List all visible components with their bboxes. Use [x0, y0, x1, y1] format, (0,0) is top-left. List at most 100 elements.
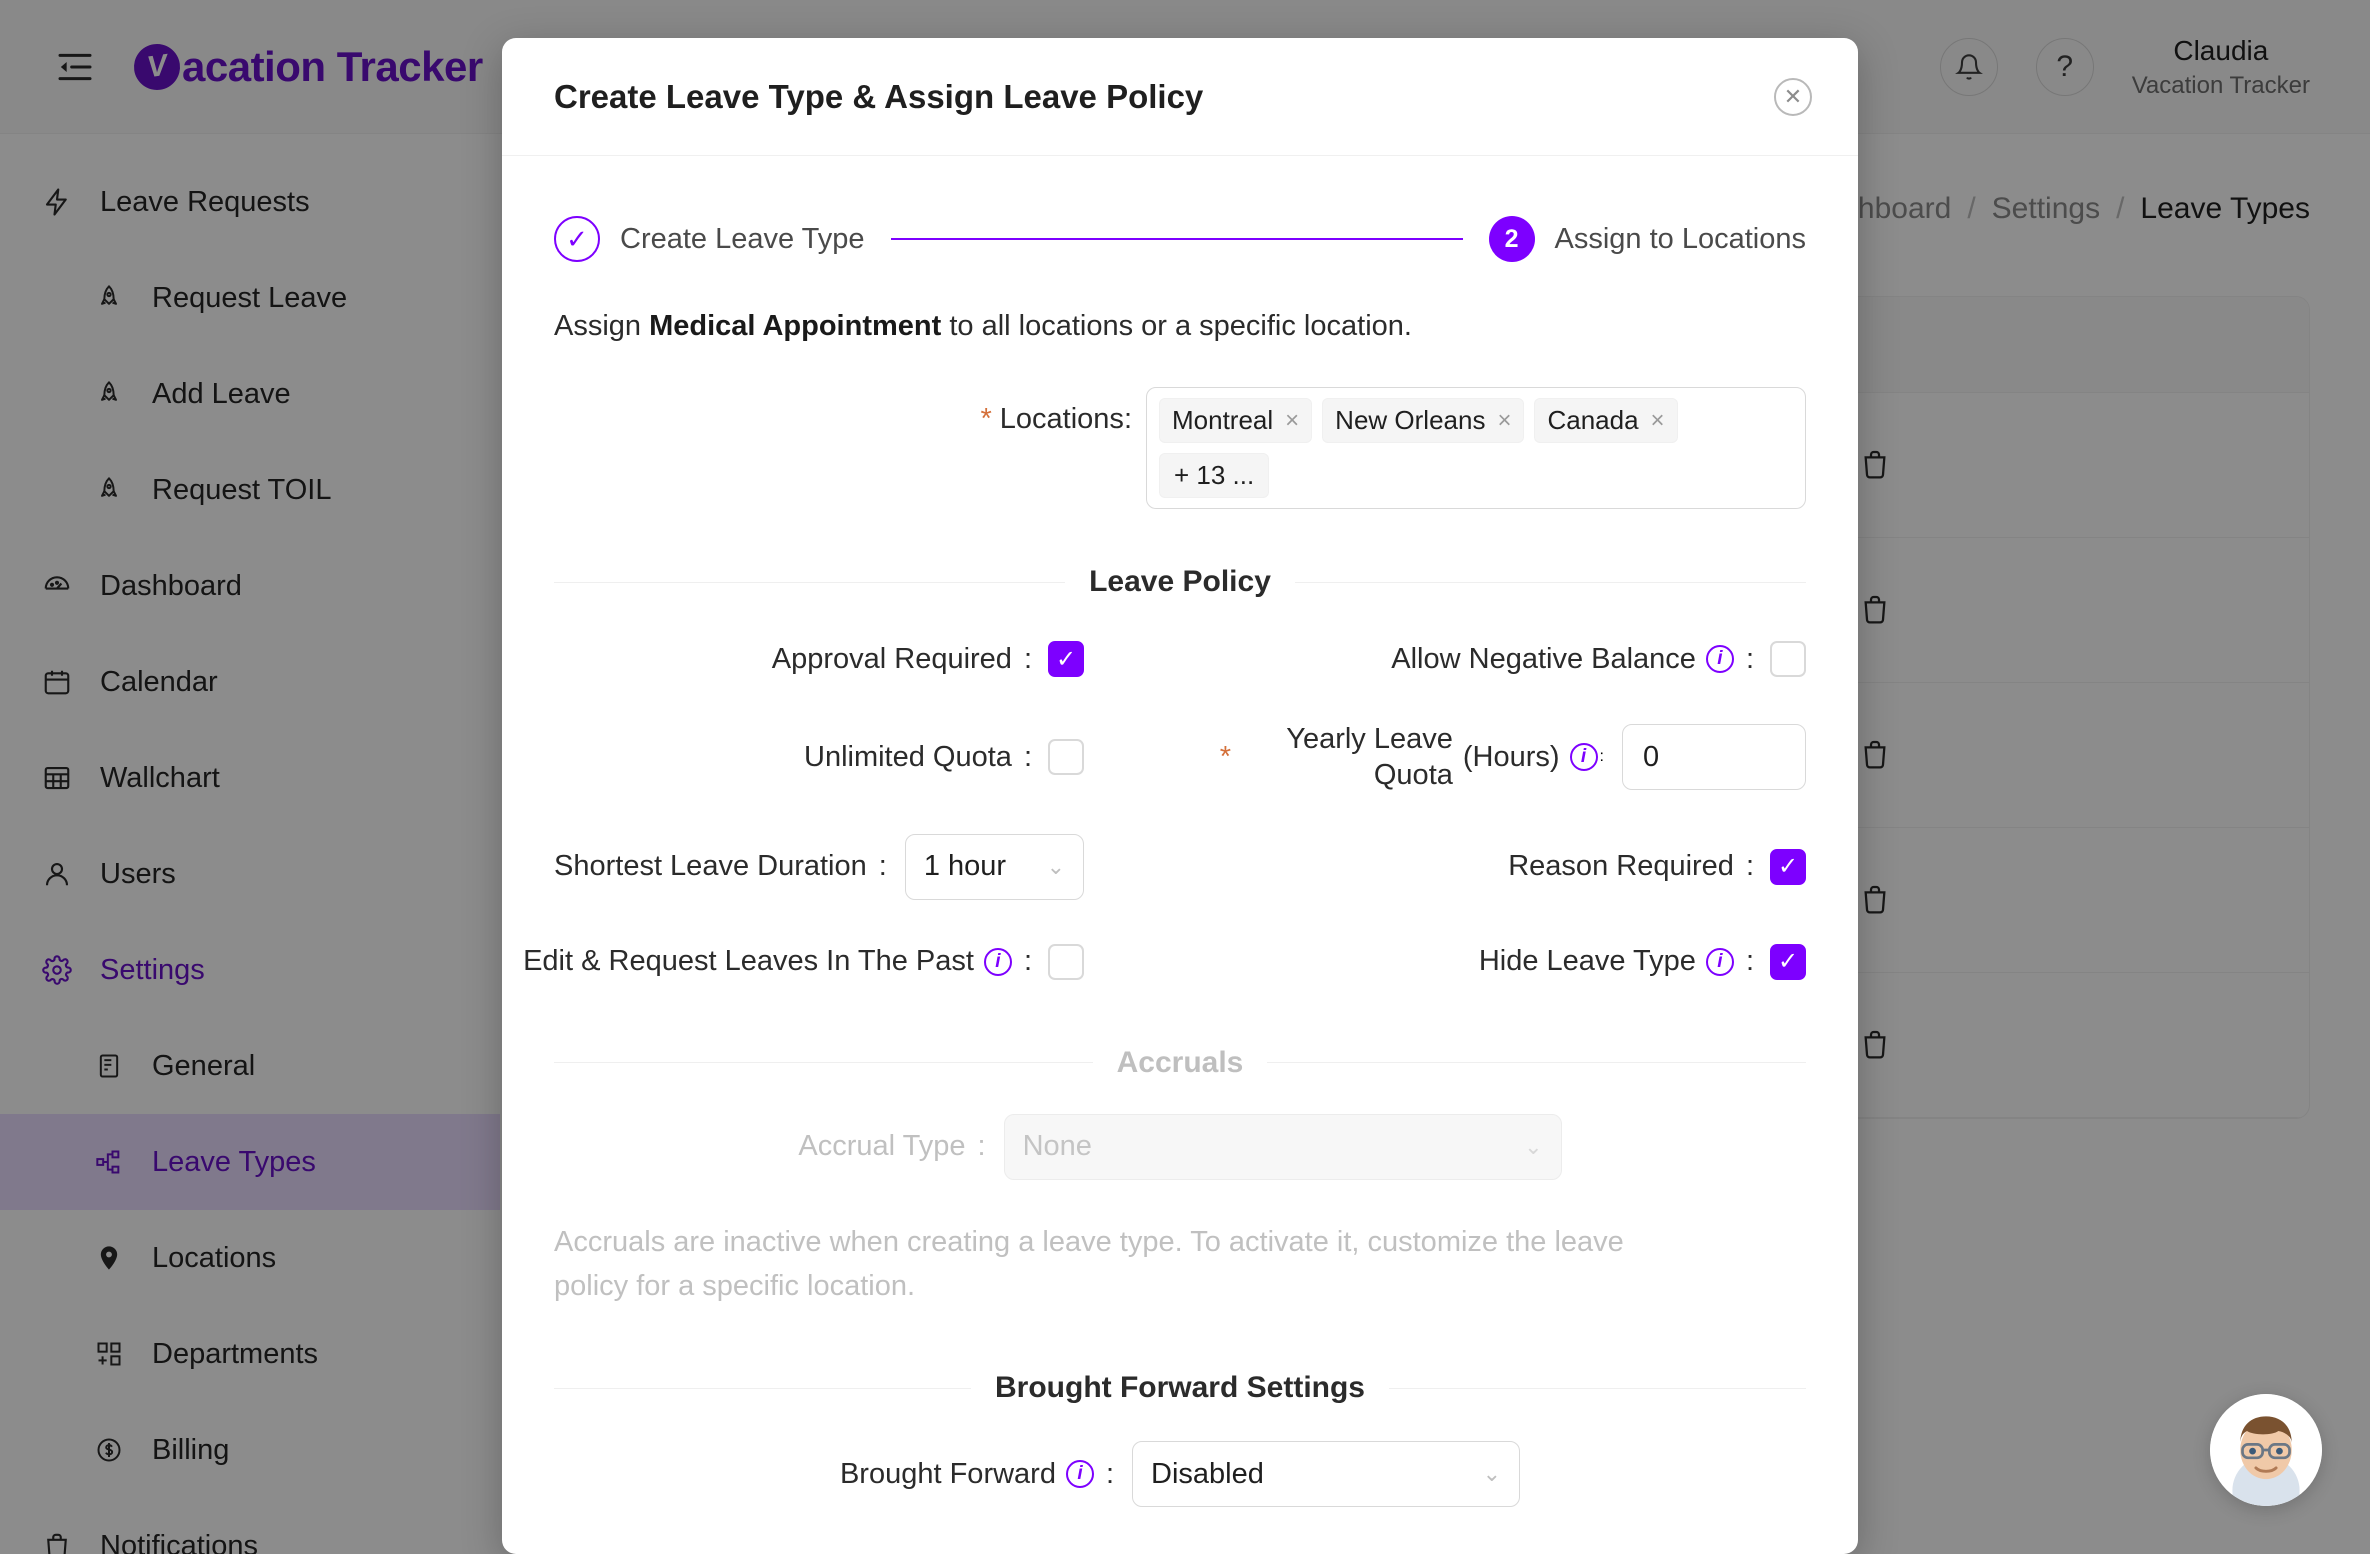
label-text-line1: Yearly Leave Quota	[1286, 723, 1453, 792]
unlimited-quota-checkbox[interactable]	[1048, 739, 1084, 776]
field-label: Shortest Leave Duration:	[554, 850, 891, 883]
label-text: Accrual Type	[798, 1130, 966, 1162]
label-text-line2: (Hours)	[1462, 741, 1560, 774]
form-row-brought-forward: Brought Forward i: Disabled ⌄	[554, 1441, 1806, 1508]
label-text: Hide Leave Type	[1478, 945, 1696, 977]
info-icon[interactable]: i	[1065, 1460, 1094, 1489]
allow-negative-balance-checkbox[interactable]	[1770, 641, 1806, 677]
info-icon[interactable]: i	[1569, 743, 1598, 772]
approval-required-checkbox[interactable]: ✓	[1048, 641, 1084, 677]
field-shortest-leave-duration: Shortest Leave Duration: 1 hour ⌄	[554, 833, 1180, 900]
form-row-past-hide: Edit & Request Leaves In The Past i: Hide…	[523, 943, 1806, 980]
chevron-down-icon: ⌄	[1046, 853, 1065, 879]
step-label: Create Leave Type	[620, 222, 865, 255]
field-label: Edit & Request Leaves In The Past i:	[523, 945, 1036, 978]
tag-remove-icon[interactable]: ×	[1285, 407, 1299, 435]
select-value: Disabled	[1151, 1457, 1264, 1490]
assign-description: Assign Medical Appointment to all locati…	[554, 310, 1806, 343]
tag-label: Montreal	[1172, 405, 1274, 435]
assign-leave-type-name: Medical Appointment	[649, 310, 942, 342]
field-label: Approval Required:	[772, 643, 1036, 676]
yearly-leave-quota-input[interactable]	[1622, 724, 1806, 791]
edit-request-past-checkbox[interactable]	[1048, 943, 1084, 980]
hide-leave-type-checkbox[interactable]: ✓	[1770, 943, 1806, 980]
info-icon[interactable]: i	[983, 947, 1012, 976]
field-allow-negative-balance: Allow Negative Balance i:	[1180, 641, 1806, 677]
section-title-accruals: Accruals	[1116, 1045, 1244, 1079]
label-colon: :	[1745, 850, 1754, 882]
brought-forward-select[interactable]: Disabled ⌄	[1132, 1441, 1521, 1508]
form-row-approval: Approval Required: ✓ Allow Negative Bala…	[554, 641, 1806, 677]
section-title-brought-forward: Brought Forward Settings	[995, 1371, 1365, 1405]
locations-overflow-badge[interactable]: + 13 ...	[1159, 453, 1270, 498]
assign-prefix: Assign	[554, 310, 650, 342]
field-yearly-leave-quota: * Yearly Leave Quota (Hours) i :	[1180, 721, 1806, 794]
label-colon: :	[1745, 642, 1754, 675]
chevron-down-icon: ⌄	[1482, 1461, 1502, 1487]
section-title-leave-policy: Leave Policy	[1089, 565, 1271, 598]
field-label: Reason Required:	[1508, 850, 1758, 883]
field-label: Yearly Leave Quota (Hours)	[1231, 721, 1560, 794]
accrual-hint-text: Accruals are inactive when creating a le…	[554, 1225, 1624, 1303]
divider-line	[1294, 581, 1806, 583]
brought-forward-label: Brought Forward i:	[840, 1458, 1118, 1491]
field-hide-leave-type: Hide Leave Type i: ✓	[1180, 943, 1806, 980]
label-text: Unlimited Quota	[804, 740, 1012, 773]
field-edit-request-past: Edit & Request Leaves In The Past i:	[523, 943, 1180, 980]
step-number-badge: 2	[1488, 216, 1535, 262]
check-icon: ✓	[554, 216, 600, 262]
label-colon: :	[1599, 748, 1604, 766]
field-approval-required: Approval Required: ✓	[554, 641, 1180, 677]
step-assign-to-locations[interactable]: 2 Assign to Locations	[1488, 216, 1806, 262]
divider-line	[1389, 1387, 1806, 1389]
divider-line	[554, 1062, 1093, 1063]
tag-remove-icon[interactable]: ×	[1497, 407, 1511, 435]
info-icon[interactable]: i	[1705, 645, 1734, 673]
label-colon: :	[1023, 740, 1032, 773]
form-row-quota: Unlimited Quota: * Yearly Leave Quota (H…	[554, 721, 1806, 794]
reason-required-checkbox[interactable]: ✓	[1770, 848, 1806, 885]
create-leave-type-modal: Create Leave Type & Assign Leave Policy …	[502, 38, 1858, 1554]
field-label: Unlimited Quota:	[804, 741, 1036, 774]
tag-remove-icon[interactable]: ×	[1651, 407, 1665, 435]
divider-line	[554, 581, 1066, 583]
locations-input[interactable]: Montreal × New Orleans × Canada × + 13 .…	[1146, 387, 1806, 509]
form-row-duration: Shortest Leave Duration: 1 hour ⌄ Reason…	[554, 833, 1806, 900]
divider-line	[554, 1387, 971, 1389]
form-row-accrual-type: Accrual Type: None ⌄	[554, 1113, 1806, 1180]
label-colon: :	[1023, 642, 1032, 675]
field-unlimited-quota: Unlimited Quota:	[554, 739, 1180, 776]
label-text: Edit & Request Leaves In The Past	[523, 945, 974, 977]
section-divider-accruals: Accruals	[554, 1046, 1806, 1080]
label-text: Shortest Leave Duration	[554, 850, 867, 882]
label-colon: :	[1745, 945, 1754, 977]
chevron-down-icon: ⌄	[1524, 1133, 1543, 1159]
locations-colon: :	[1123, 403, 1132, 435]
close-icon[interactable]: ✕	[1774, 77, 1812, 116]
tag-label: New Orleans	[1335, 405, 1486, 435]
location-tag-montreal: Montreal ×	[1159, 398, 1313, 443]
support-chat-button[interactable]	[2210, 1394, 2322, 1506]
locations-label-text: Locations	[999, 403, 1124, 435]
label-text: Approval Required	[771, 642, 1012, 675]
label-colon: :	[1023, 945, 1032, 977]
shortest-leave-duration-select[interactable]: 1 hour ⌄	[904, 833, 1084, 900]
stepper: ✓ Create Leave Type 2 Assign to Location…	[554, 216, 1806, 262]
required-marker: *	[1219, 740, 1232, 773]
label-text: Reason Required	[1508, 850, 1734, 882]
tag-label: Canada	[1547, 405, 1639, 435]
section-divider-brought-forward: Brought Forward Settings	[554, 1371, 1806, 1405]
locations-label: * Locations:	[980, 387, 1132, 436]
location-tag-canada: Canada ×	[1534, 398, 1678, 443]
label-colon: :	[1105, 1457, 1115, 1490]
label-text: Brought Forward	[839, 1457, 1056, 1490]
modal-body: ✓ Create Leave Type 2 Assign to Location…	[502, 156, 1858, 1554]
select-value: None	[1022, 1130, 1092, 1162]
info-icon[interactable]: i	[1705, 947, 1734, 976]
select-value: 1 hour	[923, 850, 1007, 882]
step-create-leave-type[interactable]: ✓ Create Leave Type	[554, 216, 865, 262]
field-label: Hide Leave Type i:	[1479, 945, 1758, 978]
accrual-type-select: None ⌄	[1003, 1113, 1562, 1180]
label-text: Allow Negative Balance	[1391, 642, 1696, 675]
accrual-type-label: Accrual Type:	[798, 1130, 989, 1163]
